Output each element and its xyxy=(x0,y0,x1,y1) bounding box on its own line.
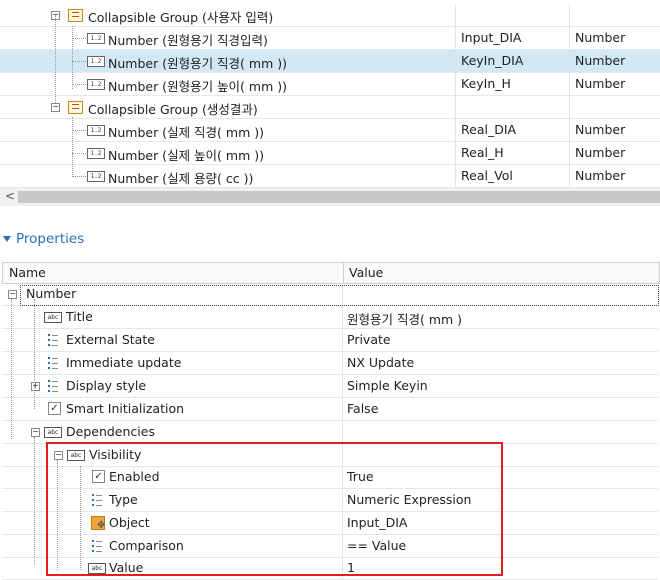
property-value[interactable]: 원형용기 직경( mm ) xyxy=(347,309,462,328)
collapse-toggle[interactable]: − xyxy=(51,103,60,112)
column-header-name[interactable]: Name xyxy=(9,265,46,280)
tree-row-type: Number xyxy=(575,30,626,45)
number-icon: 1.2 xyxy=(87,56,105,67)
tree-row-number[interactable]: 1.2 Number (실제 직경( mm )) Real_DIA Number xyxy=(0,119,660,142)
property-row-smart-initialization[interactable]: ✓ Smart Initialization False xyxy=(2,398,658,421)
property-row-dependencies[interactable]: − abc Dependencies xyxy=(2,421,658,444)
tree-row-label: Number (원형용기 직경입력) xyxy=(108,33,268,48)
collapse-toggle[interactable]: − xyxy=(8,290,17,299)
tree-row-group-result[interactable]: − Collapsible Group (생성결과) xyxy=(0,96,660,119)
tree-row-number[interactable]: 1.2 Number (실제 높이( mm )) Real_H Number xyxy=(0,142,660,165)
property-value[interactable]: False xyxy=(347,401,378,416)
scrollbar-thumb[interactable] xyxy=(18,191,660,203)
number-icon: 1.2 xyxy=(87,79,105,90)
property-value[interactable]: Simple Keyin xyxy=(347,378,428,393)
scroll-left-arrow-icon[interactable]: < xyxy=(5,189,15,203)
tree-row-id: Real_H xyxy=(461,145,504,160)
tree-row-type: Number xyxy=(575,53,626,68)
number-icon: 1.2 xyxy=(87,33,105,44)
collapsible-group-icon xyxy=(68,101,83,114)
number-icon: 1.2 xyxy=(87,171,105,182)
property-name: Dependencies xyxy=(66,424,155,439)
number-icon: 1.2 xyxy=(87,125,105,136)
string-icon: abc xyxy=(44,427,62,438)
properties-grid-header: Name Value xyxy=(2,262,660,284)
tree-row-label: Number (원형용기 높이( mm )) xyxy=(108,79,287,94)
collapse-toggle[interactable]: − xyxy=(31,428,40,437)
property-row-external-state[interactable]: External State Private xyxy=(2,329,658,352)
property-name: Display style xyxy=(66,378,147,393)
tree-row-group-user-input[interactable]: − Collapsible Group (사용자 입력) xyxy=(0,4,660,27)
property-name: Immediate update xyxy=(66,355,182,370)
tree-row-id: Real_DIA xyxy=(461,122,517,137)
highlight-box xyxy=(46,442,503,576)
tree-row-label: Collapsible Group (사용자 입력) xyxy=(88,10,274,25)
collapsible-group-icon xyxy=(68,9,83,22)
tree-row-label: Number (실제 높이( mm )) xyxy=(108,148,264,163)
tree-row-type: Number xyxy=(575,168,626,183)
tree-row-number[interactable]: 1.2 Number (원형용기 높이( mm )) KeyIn_H Numbe… xyxy=(0,73,660,96)
tree-row-id: Real_Vol xyxy=(461,168,513,183)
property-value[interactable]: NX Update xyxy=(347,355,414,370)
tree-row-id: KeyIn_DIA xyxy=(461,53,524,68)
enum-icon xyxy=(48,334,58,346)
tree-row-number[interactable]: 1.2 Number (실제 용량( cc )) Real_Vol Number xyxy=(0,165,660,188)
property-name: Title xyxy=(66,309,93,324)
enum-icon xyxy=(48,380,58,392)
property-value[interactable]: Private xyxy=(347,332,391,347)
checkbox-icon: ✓ xyxy=(48,402,61,415)
tree-row-id: Input_DIA xyxy=(461,30,522,45)
property-name: Smart Initialization xyxy=(66,401,185,416)
expand-toggle[interactable]: + xyxy=(31,382,40,391)
tree-row-label: Number (실제 직경( mm )) xyxy=(108,125,264,140)
column-header-value[interactable]: Value xyxy=(349,265,383,280)
tree-row-type: Number xyxy=(575,145,626,160)
string-icon: abc xyxy=(44,312,62,323)
horizontal-scrollbar[interactable]: < xyxy=(0,188,660,206)
property-row-title[interactable]: abc Title 원형용기 직경( mm ) xyxy=(2,306,658,329)
property-row-display-style[interactable]: + Display style Simple Keyin xyxy=(2,375,658,398)
focus-rectangle xyxy=(20,285,659,306)
tree-row-id: KeyIn_H xyxy=(461,76,511,91)
tree-row-type: Number xyxy=(575,76,626,91)
tree-row-number-selected[interactable]: 1.2 Number (원형용기 직경( mm )) KeyIn_DIA Num… xyxy=(0,50,660,73)
tree-row-type: Number xyxy=(575,122,626,137)
property-row-immediate-update[interactable]: Immediate update NX Update xyxy=(2,352,658,375)
tree-row-label: Number (실제 용량( cc )) xyxy=(108,171,254,186)
enum-icon xyxy=(48,357,58,369)
tree-row-label: Number (원형용기 직경( mm )) xyxy=(108,56,287,71)
tree-row-number[interactable]: 1.2 Number (원형용기 직경입력) Input_DIA Number xyxy=(0,27,660,50)
properties-title[interactable]: Properties xyxy=(16,231,84,247)
tree-row-label: Collapsible Group (생성결과) xyxy=(88,102,258,117)
number-icon: 1.2 xyxy=(87,148,105,159)
collapse-arrow-icon[interactable] xyxy=(3,236,11,242)
property-name: External State xyxy=(66,332,155,347)
